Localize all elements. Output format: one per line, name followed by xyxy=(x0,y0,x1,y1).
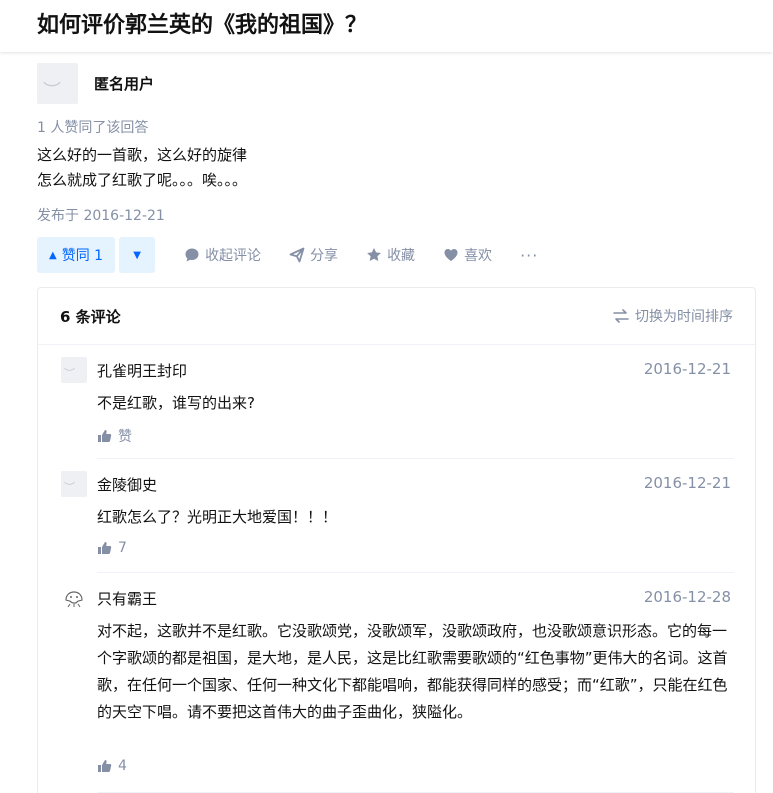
comments-panel: 6 条评论 切换为时间排序 ︶ 孔雀明王封印 2016-12-21 不是红歌，谁… xyxy=(37,287,756,793)
comment-item: ︶ 金陵御史 2016-12-21 红歌怎么了？光明正大地爱国！！！ 7 xyxy=(61,471,734,585)
question-title[interactable]: 如何评价郭兰英的《我的祖国》？ xyxy=(37,10,367,42)
comment-like-count: 7 xyxy=(118,540,127,556)
comment-text: 对不起，这歌并不是红歌。它没歌颂党，没歌颂军，没歌颂政府，也没歌颂意识形态。它的… xyxy=(97,622,728,721)
cartoon-avatar-icon xyxy=(65,591,83,608)
answer-actions: ▲ 赞同 1 ▼ 收起评论 分享 收藏 喜欢 ··· xyxy=(37,237,538,273)
favorite-button[interactable]: 收藏 xyxy=(366,245,415,265)
share-button[interactable]: 分享 xyxy=(289,245,338,265)
share-label: 分享 xyxy=(310,248,339,264)
default-avatar-icon: ︶ xyxy=(43,81,61,102)
share-icon xyxy=(289,247,305,263)
favorite-label: 收藏 xyxy=(387,248,416,264)
answer-author: ︶ 匿名用户 xyxy=(37,63,154,104)
comment-author[interactable]: 金陵御史 xyxy=(97,474,157,495)
author-name: 匿名用户 xyxy=(94,75,155,93)
comment-like-count: 赞 xyxy=(118,429,132,445)
comment-avatar[interactable]: ︶ xyxy=(61,357,87,383)
comment-avatar[interactable] xyxy=(61,585,87,611)
default-avatar-icon: ︶ xyxy=(64,367,75,380)
comment-time: 2016-12-28 xyxy=(643,588,731,606)
comment-like-button[interactable]: 4 xyxy=(97,758,127,774)
switch-icon xyxy=(613,309,629,323)
comment-item: 只有霸王 2016-12-28 对不起，这歌并不是红歌。它没歌颂党，没歌颂军，没… xyxy=(61,585,734,793)
comment-text: 红歌怎么了？光明正大地爱国！！！ xyxy=(97,508,338,526)
comments-header: 6 条评论 切换为时间排序 xyxy=(38,288,755,345)
voters-count[interactable]: 1 人赞同了该回答 xyxy=(37,117,148,137)
answer-line: 怎么就成了红歌了呢。。。唉。。。 xyxy=(37,171,248,189)
default-avatar-icon: ︶ xyxy=(64,481,75,494)
vote-up-button[interactable]: ▲ 赞同 1 xyxy=(37,237,116,273)
thumbs-up-icon xyxy=(98,430,112,442)
comment-item: ︶ 孔雀明王封印 2016-12-21 不是红歌，谁写的出来? 赞 xyxy=(61,357,734,471)
comment-divider xyxy=(97,572,734,573)
comment-like-count: 4 xyxy=(118,758,127,774)
heart-icon xyxy=(444,249,458,261)
thumbs-up-icon xyxy=(98,760,112,772)
like-label: 喜欢 xyxy=(464,248,493,264)
comment-icon xyxy=(185,248,199,262)
toggle-comments-label: 收起评论 xyxy=(205,248,262,264)
star-icon xyxy=(367,248,381,261)
vote-up-label: 赞同 1 xyxy=(61,248,104,264)
comment-like-button[interactable]: 7 xyxy=(97,540,127,556)
comments-count: 6 条评论 xyxy=(60,307,121,326)
comment-like-button[interactable]: 赞 xyxy=(97,426,132,446)
comment-time: 2016-12-21 xyxy=(643,360,731,378)
comment-text: 不是红歌，谁写的出来? xyxy=(97,394,255,412)
triangle-up-icon: ▲ xyxy=(49,249,57,261)
sort-toggle-label: 切换为时间排序 xyxy=(635,309,733,325)
answer-line: 这么好的一首歌，这么好的旋律 xyxy=(37,146,248,164)
comment-author[interactable]: 孔雀明王封印 xyxy=(97,360,187,381)
vote-down-button[interactable]: ▼ xyxy=(119,237,156,273)
more-button[interactable]: ··· xyxy=(520,246,538,265)
comment-author[interactable]: 只有霸王 xyxy=(97,588,157,609)
comment-time: 2016-12-21 xyxy=(643,474,731,492)
like-button[interactable]: 喜欢 xyxy=(443,245,492,265)
publish-time[interactable]: 发布于 2016-12-21 xyxy=(37,205,165,225)
answer-content: 这么好的一首歌，这么好的旋律 怎么就成了红歌了呢。。。唉。。。 xyxy=(37,143,247,193)
toggle-comments-button[interactable]: 收起评论 xyxy=(184,245,261,265)
thumbs-up-icon xyxy=(98,542,112,554)
comment-avatar[interactable]: ︶ xyxy=(61,471,87,497)
question-header: 如何评价郭兰英的《我的祖国》？ xyxy=(0,0,773,52)
sort-toggle-button[interactable]: 切换为时间排序 xyxy=(613,306,733,326)
comment-divider xyxy=(97,458,734,459)
triangle-down-icon: ▼ xyxy=(133,249,141,261)
avatar: ︶ xyxy=(37,63,78,104)
